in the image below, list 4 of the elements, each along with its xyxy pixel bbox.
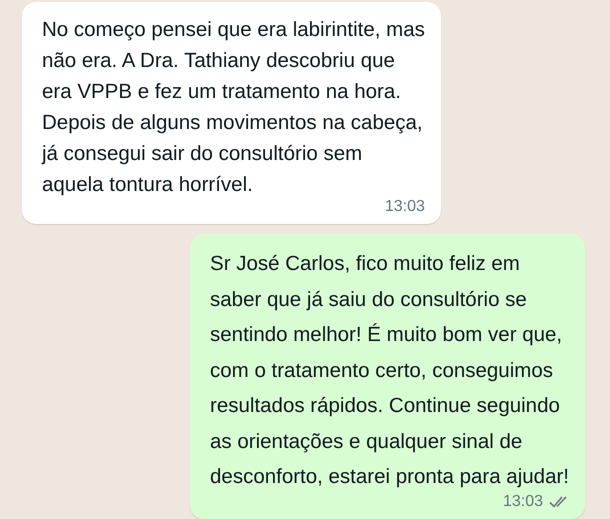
message-time: 13:03 [502, 492, 543, 510]
message-text: Sr José Carlos, fico muito feliz em saber que já saiu do consultório se sentindo melhor! É muito bom ver que, com o tratamento certo, conseguimos resultados rápidos. Continue seguindo as orientações e qualquer sinal de desconforto, estarei pronta para ajudar! [210, 251, 569, 490]
message-text: No começo pensei que era labirintite, mas não era. A Dra. Tathiany descobriu que era VPPB e fez um tratamento na hora. Depois de alguns movimentos na cabeça, já consegui sair do consultório sem aquela tontura horrível. [42, 17, 425, 198]
message-time: 13:03 [384, 198, 425, 216]
